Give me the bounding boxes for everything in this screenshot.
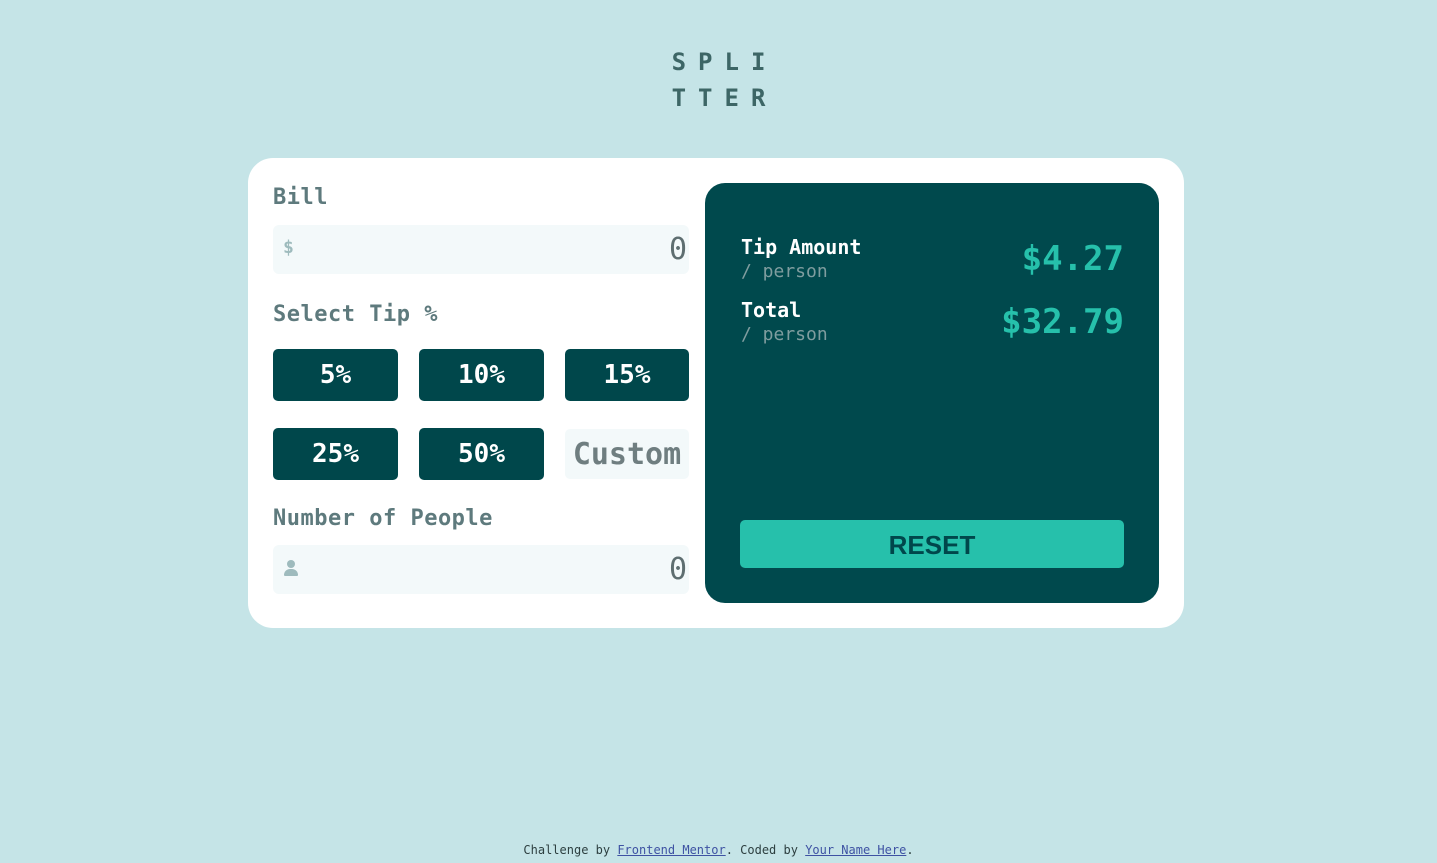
people-label: Number of People (273, 506, 493, 531)
footer-prefix: Challenge by (523, 843, 618, 857)
frontend-mentor-link[interactable]: Frontend Mentor (617, 843, 725, 857)
dollar-icon: $ (283, 237, 294, 258)
tip-amount-label: Tip Amount (741, 235, 862, 259)
tip-button-25[interactable]: 25% (273, 428, 398, 480)
total-per-person-label: / person (741, 324, 828, 345)
tip-per-person-label: / person (741, 261, 828, 282)
calculator-card: Bill $ 0 Select Tip % 5% 10% 15% 25% 50%… (248, 158, 1184, 628)
total-value: $32.79 (1001, 302, 1124, 342)
author-link[interactable]: Your Name Here (805, 843, 906, 857)
select-tip-label: Select Tip % (273, 302, 438, 327)
total-label: Total (741, 298, 802, 322)
reset-button[interactable]: RESET (740, 520, 1124, 568)
custom-tip-input[interactable]: Custom (565, 429, 689, 479)
tip-button-10[interactable]: 10% (419, 349, 544, 401)
people-value[interactable]: 0 (669, 552, 687, 587)
bill-value[interactable]: 0 (669, 232, 687, 267)
tip-button-50[interactable]: 50% (419, 428, 544, 480)
footer-middle: . Coded by (725, 843, 806, 857)
person-icon (284, 560, 298, 578)
footer-suffix: . (906, 843, 914, 857)
people-input[interactable]: 0 (273, 545, 689, 594)
tip-amount-value: $4.27 (1021, 239, 1124, 279)
attribution-footer: Challenge by Frontend Mentor. Coded by Y… (0, 843, 1437, 857)
tip-button-5[interactable]: 5% (273, 349, 398, 401)
logo-line-1: SPLI (671, 48, 778, 76)
bill-label: Bill (273, 185, 328, 210)
app-logo: SPLI TTER (0, 44, 1437, 116)
tip-button-15[interactable]: 15% (565, 349, 689, 401)
results-panel: Tip Amount / person $4.27 Total / person… (705, 183, 1159, 603)
bill-input[interactable]: $ 0 (273, 225, 689, 274)
logo-line-2: TTER (671, 84, 778, 112)
